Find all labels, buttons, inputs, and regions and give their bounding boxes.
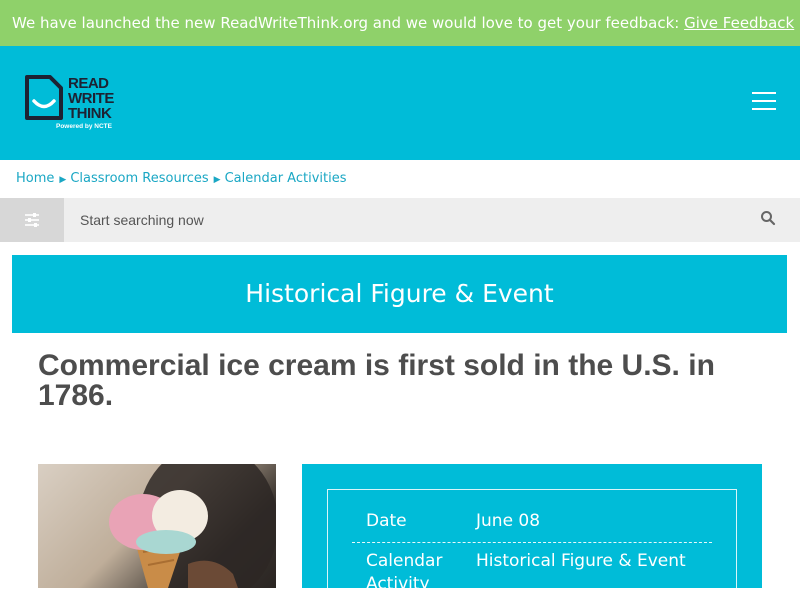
breadcrumb-calendar-activities[interactable]: Calendar Activities xyxy=(225,171,347,186)
filter-button[interactable] xyxy=(0,198,64,242)
date-value: June 08 xyxy=(476,511,541,531)
breadcrumb-classroom-resources[interactable]: Classroom Resources xyxy=(70,171,208,186)
page-title: Commercial ice cream is first sold in th… xyxy=(38,349,715,412)
menu-icon xyxy=(752,92,778,110)
calendar-activity-value: Historical Figure & Event xyxy=(476,551,686,571)
menu-button[interactable] xyxy=(752,92,778,116)
chevron-right-icon: ▶ xyxy=(213,175,221,185)
search-button[interactable] xyxy=(756,208,780,232)
logo-word-write: WRITE xyxy=(68,90,114,107)
search-bar xyxy=(0,198,800,242)
category-title: Historical Figure & Event xyxy=(245,279,554,308)
breadcrumb: Home ▶ Classroom Resources ▶ Calendar Activi… xyxy=(16,171,347,186)
logo-word-read: READ xyxy=(68,75,109,92)
filter-icon xyxy=(25,213,39,227)
ice-cream-illustration xyxy=(109,464,276,588)
site-logo[interactable]: READ WRITE THINK Powered by NCTE xyxy=(24,74,124,136)
logo-tagline: Powered by NCTE xyxy=(56,123,112,130)
give-feedback-link[interactable]: Give Feedback xyxy=(684,14,794,32)
site-header: READ WRITE THINK Powered by NCTE xyxy=(0,46,800,160)
breadcrumb-home[interactable]: Home xyxy=(16,171,54,186)
ice-cream-photo xyxy=(38,464,276,588)
details-divider xyxy=(352,542,712,543)
logo-smile-icon xyxy=(25,75,63,120)
activity-details-card: Date June 08 Calendar Activity Historica… xyxy=(302,464,762,609)
feedback-banner-text: We have launched the new ReadWriteThink.… xyxy=(12,14,685,32)
search-icon xyxy=(761,211,776,226)
activity-details-frame: Date June 08 Calendar Activity Historica… xyxy=(327,489,737,609)
logo-word-think: THINK xyxy=(68,105,112,122)
chevron-right-icon: ▶ xyxy=(59,175,67,185)
feedback-banner: We have launched the new ReadWriteThink.… xyxy=(0,0,800,46)
calendar-activity-label: Calendar Activity xyxy=(366,551,443,594)
category-title-band: Historical Figure & Event xyxy=(12,255,787,333)
date-label: Date xyxy=(366,511,407,531)
search-input[interactable] xyxy=(80,198,740,242)
